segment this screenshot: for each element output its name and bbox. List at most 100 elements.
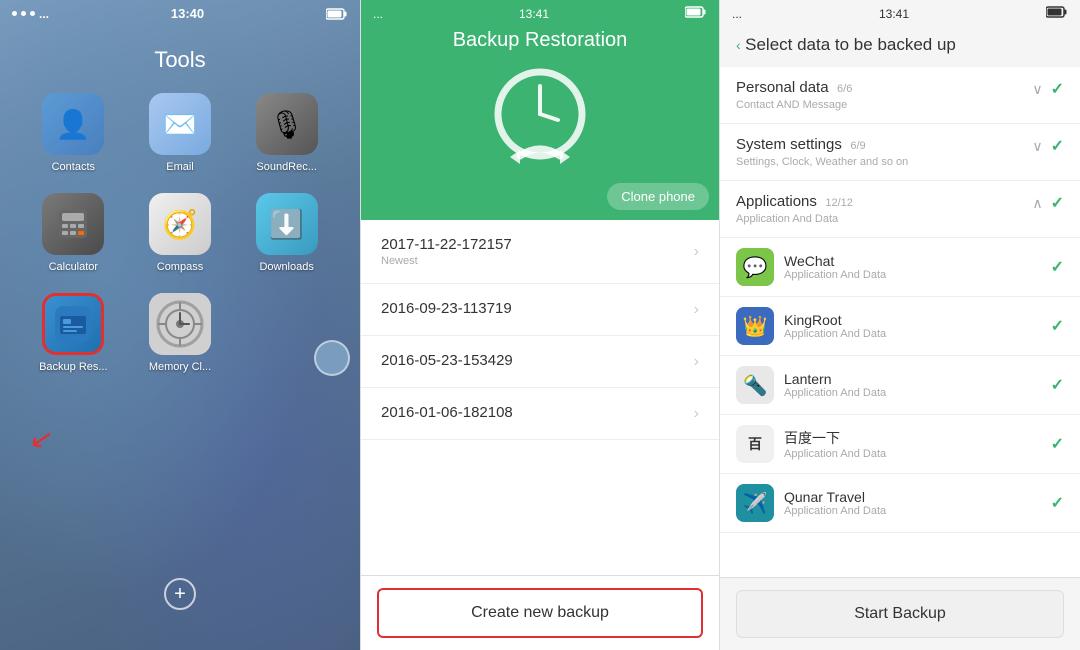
ios-bottom-bar: + bbox=[164, 578, 196, 610]
app-downloads[interactable]: ⬇️ Downloads bbox=[243, 193, 330, 273]
backup-clock-icon bbox=[490, 64, 590, 174]
ios-time: 13:40 bbox=[171, 6, 204, 21]
battery-icon bbox=[326, 8, 348, 20]
apps-badge: 12/12 bbox=[825, 197, 853, 209]
select-signal: ... bbox=[732, 7, 742, 21]
backup-footer: Create new backup bbox=[361, 575, 719, 650]
back-button[interactable]: ‹ bbox=[736, 37, 741, 53]
signal-dot-3 bbox=[30, 11, 35, 16]
backup-label: Backup Res... bbox=[39, 361, 107, 373]
app-item-kingroot[interactable]: 👑 KingRoot Application And Data ✓ bbox=[720, 297, 1080, 356]
system-name: System settings bbox=[736, 136, 842, 153]
personal-check[interactable]: ✓ bbox=[1051, 79, 1064, 99]
backup-item-2[interactable]: 2016-05-23-153429 › bbox=[361, 336, 719, 388]
personal-badge: 6/6 bbox=[837, 83, 852, 95]
apps-name: Applications bbox=[736, 193, 817, 210]
carrier-text: ... bbox=[39, 7, 49, 21]
backup-screen-title: Backup Restoration bbox=[453, 29, 628, 52]
qunar-name: Qunar Travel bbox=[784, 489, 1041, 505]
clone-phone-button[interactable]: Clone phone bbox=[607, 183, 709, 210]
create-backup-button[interactable]: Create new backup bbox=[377, 588, 703, 638]
backup-clock-container bbox=[490, 64, 590, 179]
calculator-label: Calculator bbox=[49, 261, 99, 273]
panel-backup: ... 13:41 Backup Restoration bbox=[360, 0, 720, 650]
lantern-icon: 🔦 bbox=[736, 366, 774, 404]
backup-arrow-0: › bbox=[694, 243, 699, 261]
backup-signal: ... bbox=[373, 7, 383, 21]
soundrec-icon: 🎙 bbox=[256, 93, 318, 155]
app-email[interactable]: ✉️ Email bbox=[137, 93, 224, 173]
add-app-button[interactable]: + bbox=[164, 578, 196, 610]
backup-statusbar: ... 13:41 bbox=[361, 0, 719, 27]
ios-signal: ... bbox=[12, 7, 49, 21]
calculator-icon bbox=[42, 193, 104, 255]
downloads-label: Downloads bbox=[259, 261, 313, 273]
system-badge: 6/9 bbox=[850, 140, 865, 152]
contacts-label: Contacts bbox=[52, 161, 95, 173]
system-sub: Settings, Clock, Weather and so on bbox=[736, 156, 1024, 168]
app-contacts[interactable]: 👤 Contacts bbox=[30, 93, 117, 173]
baidu-name: 百度一下 bbox=[784, 428, 1041, 448]
select-time: 13:41 bbox=[879, 7, 909, 21]
category-system[interactable]: System settings 6/9 Settings, Clock, Wea… bbox=[720, 124, 1080, 181]
app-item-lantern[interactable]: 🔦 Lantern Application And Data ✓ bbox=[720, 356, 1080, 415]
select-list: Personal data 6/6 Contact AND Message ∨ … bbox=[720, 67, 1080, 577]
select-header: ‹ Select data to be backed up bbox=[720, 27, 1080, 67]
lantern-sub: Application And Data bbox=[784, 387, 1041, 399]
app-calculator[interactable]: Calculator bbox=[30, 193, 117, 273]
lantern-name: Lantern bbox=[784, 371, 1041, 387]
soundrec-label: SoundRec... bbox=[256, 161, 317, 173]
red-arrow-indicator: ↙ bbox=[27, 420, 56, 457]
backup-header: ... 13:41 Backup Restoration bbox=[361, 0, 719, 220]
app-compass[interactable]: 🧭 Compass bbox=[137, 193, 224, 273]
compass-label: Compass bbox=[157, 261, 203, 273]
kingroot-name: KingRoot bbox=[784, 312, 1041, 328]
backup-icon bbox=[42, 293, 104, 355]
app-memory[interactable]: Memory Cl... bbox=[137, 293, 224, 373]
start-backup-button[interactable]: Start Backup bbox=[736, 590, 1064, 638]
backup-date-1: 2016-09-23-113719 bbox=[381, 300, 512, 317]
select-footer: Start Backup bbox=[720, 577, 1080, 650]
ios-statusbar: ... 13:40 bbox=[0, 0, 360, 27]
system-chevron: ∨ bbox=[1032, 138, 1042, 155]
backup-arrow-2: › bbox=[694, 353, 699, 371]
kingroot-check[interactable]: ✓ bbox=[1051, 316, 1064, 336]
app-item-wechat[interactable]: 💬 WeChat Application And Data ✓ bbox=[720, 238, 1080, 297]
compass-icon: 🧭 bbox=[149, 193, 211, 255]
category-apps[interactable]: Applications 12/12 Application And Data … bbox=[720, 181, 1080, 238]
panel-ios-home: ... 13:40 Tools 👤 Contacts ✉️ Email 🎙 So… bbox=[0, 0, 360, 650]
backup-item-3[interactable]: 2016-01-06-182108 › bbox=[361, 388, 719, 440]
baidu-sub: Application And Data bbox=[784, 448, 1041, 460]
memory-label: Memory Cl... bbox=[149, 361, 211, 373]
baidu-icon: 百 bbox=[736, 425, 774, 463]
app-item-baidu[interactable]: 百 百度一下 Application And Data ✓ bbox=[720, 415, 1080, 474]
category-personal[interactable]: Personal data 6/6 Contact AND Message ∨ … bbox=[720, 67, 1080, 124]
wechat-icon: 💬 bbox=[736, 248, 774, 286]
screen-title: Tools bbox=[0, 47, 360, 73]
backup-item-0[interactable]: 2017-11-22-172157 Newest › bbox=[361, 220, 719, 284]
wechat-check[interactable]: ✓ bbox=[1051, 257, 1064, 277]
apps-check[interactable]: ✓ bbox=[1051, 193, 1064, 213]
downloads-icon: ⬇️ bbox=[256, 193, 318, 255]
backup-list: 2017-11-22-172157 Newest › 2016-09-23-11… bbox=[361, 220, 719, 575]
lantern-check[interactable]: ✓ bbox=[1051, 375, 1064, 395]
backup-time: 13:41 bbox=[519, 7, 549, 21]
select-battery bbox=[1046, 6, 1068, 21]
app-item-qunar[interactable]: ✈️ Qunar Travel Application And Data ✓ bbox=[720, 474, 1080, 533]
select-statusbar: ... 13:41 bbox=[720, 0, 1080, 27]
ios-battery bbox=[326, 8, 348, 20]
qunar-check[interactable]: ✓ bbox=[1051, 493, 1064, 513]
backup-item-1[interactable]: 2016-09-23-113719 › bbox=[361, 284, 719, 336]
backup-date-2: 2016-05-23-153429 bbox=[381, 352, 513, 369]
app-soundrec[interactable]: 🎙 SoundRec... bbox=[243, 93, 330, 173]
apps-sub: Application And Data bbox=[736, 213, 1024, 225]
wechat-sub: Application And Data bbox=[784, 269, 1041, 281]
email-label: Email bbox=[166, 161, 194, 173]
app-backup-res[interactable]: Backup Res... bbox=[30, 293, 117, 373]
system-check[interactable]: ✓ bbox=[1051, 136, 1064, 156]
baidu-check[interactable]: ✓ bbox=[1051, 434, 1064, 454]
wechat-name: WeChat bbox=[784, 253, 1041, 269]
signal-dot-2 bbox=[21, 11, 26, 16]
personal-sub: Contact AND Message bbox=[736, 99, 1024, 111]
memory-icon bbox=[149, 293, 211, 355]
